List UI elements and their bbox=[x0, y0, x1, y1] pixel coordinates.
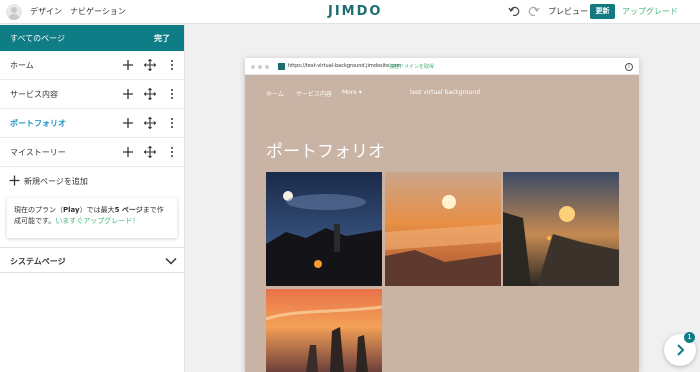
move-icon[interactable] bbox=[144, 117, 156, 129]
upgrade-now-link[interactable]: いますぐアップグレード！ bbox=[55, 217, 139, 225]
pages-sidebar: すべてのページ 完了 ホーム サービス内容 ポートフォリオ マイストーリー 新規… bbox=[0, 25, 185, 372]
done-button[interactable]: 完了 bbox=[154, 33, 170, 44]
favicon-icon bbox=[278, 63, 285, 70]
info-icon[interactable]: i bbox=[625, 63, 633, 71]
add-subpage-icon[interactable] bbox=[122, 59, 134, 71]
jimdo-logo: JIMDO bbox=[328, 4, 383, 19]
more-options-icon[interactable] bbox=[166, 146, 178, 158]
browser-bar: https://test-virtual-background.jimdosit… bbox=[245, 58, 639, 75]
sidebar-header: すべてのページ 完了 bbox=[0, 25, 184, 51]
page-label[interactable]: ホーム bbox=[10, 60, 34, 71]
page-label[interactable]: マイストーリー bbox=[10, 147, 66, 158]
gallery-photo-campfire-night[interactable] bbox=[266, 172, 382, 286]
site-title: test virtual background bbox=[410, 89, 481, 96]
site-nav-home[interactable]: ホーム bbox=[266, 89, 284, 98]
page-row-my-story[interactable]: マイストーリー bbox=[0, 138, 184, 167]
move-icon[interactable] bbox=[144, 59, 156, 71]
plan-text: 現在のプラン（ bbox=[14, 206, 63, 214]
add-page-label: 新規ページを追加 bbox=[24, 177, 88, 186]
upgrade-link[interactable]: アップグレード bbox=[622, 6, 678, 17]
add-subpage-icon[interactable] bbox=[122, 88, 134, 100]
plan-notice: 現在のプラン（Play）では最大5 ページまで作成可能です。いますぐアップグレー… bbox=[7, 198, 177, 238]
site-nav-more[interactable]: More ▾ bbox=[342, 89, 362, 96]
update-button[interactable]: 更新 bbox=[590, 4, 615, 19]
next-step-button[interactable]: 1 bbox=[664, 332, 696, 366]
plus-icon bbox=[9, 175, 20, 186]
page-row-home[interactable]: ホーム bbox=[0, 51, 184, 80]
plan-name: Play bbox=[63, 206, 80, 214]
site-nav-services[interactable]: サービス内容 bbox=[296, 89, 332, 98]
gallery-photo-sea-stacks[interactable] bbox=[266, 289, 382, 372]
preview-button[interactable]: プレビュー bbox=[548, 6, 588, 17]
add-subpage-icon[interactable] bbox=[122, 146, 134, 158]
system-pages-toggle[interactable]: システムページ bbox=[0, 247, 185, 273]
move-icon[interactable] bbox=[144, 88, 156, 100]
add-page-button[interactable]: 新規ページを追加 bbox=[0, 167, 184, 195]
page-heading: ポートフォリオ bbox=[266, 142, 385, 162]
top-bar: デザイン ナビゲーション JIMDO プレビュー 更新 アップグレード bbox=[0, 0, 700, 24]
chevron-down-icon bbox=[165, 257, 177, 265]
page-row-portfolio[interactable]: ポートフォリオ bbox=[0, 109, 184, 138]
window-dot bbox=[265, 65, 269, 69]
design-tab[interactable]: デザイン bbox=[30, 6, 62, 17]
window-dot bbox=[258, 65, 262, 69]
undo-icon[interactable] bbox=[508, 5, 520, 17]
chevron-right-icon bbox=[677, 344, 685, 356]
plan-text: ）では最大 bbox=[79, 206, 115, 214]
page-label[interactable]: サービス内容 bbox=[10, 89, 58, 100]
more-options-icon[interactable] bbox=[166, 117, 178, 129]
move-icon[interactable] bbox=[144, 146, 156, 158]
window-dot bbox=[251, 65, 255, 69]
page-row-services[interactable]: サービス内容 bbox=[0, 80, 184, 109]
gallery-photo-sunset-rocks[interactable] bbox=[503, 172, 619, 286]
get-domain-link[interactable]: 独自ドメインを取得 bbox=[389, 63, 434, 70]
redo-icon[interactable] bbox=[528, 5, 540, 17]
more-options-icon[interactable] bbox=[166, 88, 178, 100]
navigation-tab[interactable]: ナビゲーション bbox=[70, 6, 126, 17]
page-label[interactable]: ポートフォリオ bbox=[10, 118, 66, 129]
more-options-icon[interactable] bbox=[166, 59, 178, 71]
notification-badge: 1 bbox=[684, 332, 695, 343]
gallery-photo-sunset-coast[interactable] bbox=[385, 172, 501, 286]
avatar[interactable] bbox=[6, 4, 22, 20]
site-url: https://test-virtual-background.jimdosit… bbox=[288, 63, 402, 69]
add-subpage-icon[interactable] bbox=[122, 117, 134, 129]
system-pages-label: システムページ bbox=[10, 257, 66, 266]
page-limit: 5 ページ bbox=[114, 206, 143, 214]
sidebar-title: すべてのページ bbox=[10, 34, 65, 43]
